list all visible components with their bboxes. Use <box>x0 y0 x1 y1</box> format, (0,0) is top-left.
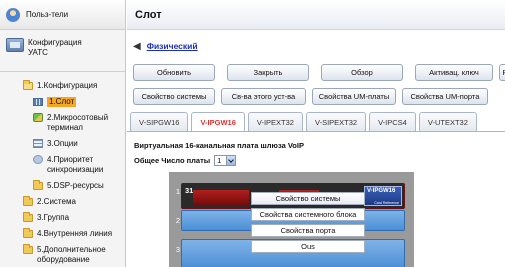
breadcrumb: ◀ Физический <box>127 36 505 56</box>
sidebar-users-item[interactable]: Польз-тели <box>0 0 125 30</box>
folder-icon <box>23 244 33 254</box>
menu-item-system-properties[interactable]: Свойство системы <box>251 192 365 205</box>
tab-v-ipcs4[interactable]: V-IPCS4 <box>369 112 416 131</box>
device-properties-button[interactable]: Св-ва этого уст-ва <box>221 88 306 105</box>
board-count-label: Общее Число платы <box>134 156 211 165</box>
tree-item-label-line1: 2.Микросотовый <box>47 113 109 122</box>
sidebar-users-label: Польз-тели <box>26 10 69 19</box>
board-count-select[interactable]: 1 <box>214 155 237 166</box>
menu-item-system-unit-properties[interactable]: Свойства системного блока <box>251 208 365 221</box>
tree-item-sync-priority[interactable]: 4.Приоритет синхронизации <box>0 152 125 178</box>
sidebar-navigation: Польз-тели Конфигурация УАТС 1.Конфигура… <box>0 0 126 267</box>
tree-item-configuration[interactable]: 1.Конфигурация <box>0 78 125 94</box>
browse-button[interactable]: Обзор <box>321 64 403 81</box>
slot-grid-icon <box>33 98 43 106</box>
options-list-icon <box>33 139 43 148</box>
pbx-config-label-line2: УАТС <box>28 48 48 57</box>
tab-v-ipext32[interactable]: V-IPEXT32 <box>247 112 303 131</box>
refresh-button[interactable]: Обновить <box>133 64 215 81</box>
sidebar-pbx-config-item[interactable]: Конфигурация УАТС <box>0 30 125 72</box>
tree-item-microcell-terminal[interactable]: 2.Микросотовый терминал <box>0 110 125 136</box>
open-folder-icon <box>23 80 33 90</box>
tree-item-label: 5.DSP-ресурсы <box>47 181 104 190</box>
folder-icon <box>33 180 43 190</box>
tree-item-label-line1: 4.Приоритет <box>47 155 94 164</box>
tree-item-label: 4.Внутренняя линия <box>37 229 113 238</box>
tree-item-optional-device[interactable]: 5.Дополнительное оборудование <box>0 242 125 267</box>
activation-key-button[interactable]: Активац. ключ <box>415 64 493 81</box>
folder-icon <box>23 196 33 206</box>
menu-item-port-properties[interactable]: Свойства порта <box>251 224 365 237</box>
card-led-panel <box>193 190 249 206</box>
tree-item-system[interactable]: 2.Система <box>0 194 125 210</box>
tree-item-label-line2: терминал <box>47 123 83 132</box>
pbx-config-label-line1: Конфигурация <box>28 38 82 47</box>
main-panel: Слот ◀ Физический Обновить Закрыть Обзор… <box>127 0 505 267</box>
page-title: Слот <box>127 0 505 30</box>
tree-item-label: 1.Слот <box>47 97 77 107</box>
tab-v-sipgw16[interactable]: V-SIPGW16 <box>130 112 189 131</box>
board-count-row: Общее Число платы 1 <box>134 155 237 166</box>
board-description: Виртуальная 16-канальная плата шлюза VoI… <box>134 141 304 150</box>
tree-item-label: 3.Группа <box>37 213 70 222</box>
tree-item-label: 3.Опции <box>47 139 78 148</box>
tab-v-sipext32[interactable]: V-SIPEXT32 <box>305 112 367 131</box>
card-type-label: V-IPGW16 Card Reference <box>364 186 402 206</box>
card-context-menu: Свойство системы Свойства системного бло… <box>251 192 365 256</box>
um-board-properties-button[interactable]: Свойства UM-платы <box>312 88 396 105</box>
physical-view-link[interactable]: Физический <box>147 41 198 51</box>
tree-item-label-line2: оборудование <box>37 255 90 264</box>
close-button[interactable]: Закрыть <box>227 64 309 81</box>
toolbar-main: Обновить Закрыть Обзор Активац. ключ Р <box>133 64 505 82</box>
pbx-config-icon <box>6 38 24 52</box>
slot-number: 3 <box>175 245 180 254</box>
tab-divider <box>127 131 505 132</box>
tree-item-label-line1: 5.Дополнительное <box>37 245 106 254</box>
tree-item-label: 1.Конфигурация <box>37 81 98 90</box>
tab-v-ipgw16[interactable]: V-IPGW16 <box>191 112 245 132</box>
folder-icon <box>23 228 33 238</box>
user-avatar-icon <box>6 7 20 22</box>
board-count-value: 1 <box>217 156 222 165</box>
system-properties-button[interactable]: Свойство системы <box>133 88 215 105</box>
back-arrow-icon[interactable]: ◀ <box>133 41 141 52</box>
chevron-down-icon[interactable] <box>226 156 236 165</box>
tree-item-label: 2.Система <box>37 197 76 206</box>
tree-item-options[interactable]: 3.Опции <box>0 136 125 152</box>
menu-item-ous[interactable]: Ous <box>251 240 365 253</box>
tree-item-label-line2: синхронизации <box>47 165 104 174</box>
slot-rack: 1 31 V-IPGW16 Card Reference 2 3 Свойств… <box>169 172 414 267</box>
um-port-properties-button[interactable]: Свойства UM-порта <box>402 88 488 105</box>
card-type-subtitle: Card Reference <box>374 201 399 205</box>
tree-item-dsp-resources[interactable]: 5.DSP-ресурсы <box>0 178 125 194</box>
sync-priority-icon <box>33 155 43 164</box>
folder-icon <box>23 212 33 222</box>
card-type-name: V-IPGW16 <box>367 188 396 194</box>
tab-v-utext32[interactable]: V-UTEXT32 <box>418 112 477 131</box>
tree-item-extension[interactable]: 4.Внутренняя линия <box>0 226 125 242</box>
toolbar-properties: Свойство системы Св-ва этого уст-ва Свой… <box>133 88 488 106</box>
sidebar-tree: 1.Конфигурация 1.Слот 2.Микросотовый тер… <box>0 78 125 267</box>
more-button[interactable]: Р <box>499 64 505 81</box>
tree-item-group[interactable]: 3.Группа <box>0 210 125 226</box>
slot-number: 1 <box>175 187 180 196</box>
tree-item-slot[interactable]: 1.Слот <box>0 94 125 110</box>
slot-number: 2 <box>175 216 180 225</box>
microcell-terminal-icon <box>33 113 43 122</box>
board-type-tabs: V-SIPGW16 V-IPGW16 V-IPEXT32 V-SIPEXT32 … <box>130 112 480 132</box>
